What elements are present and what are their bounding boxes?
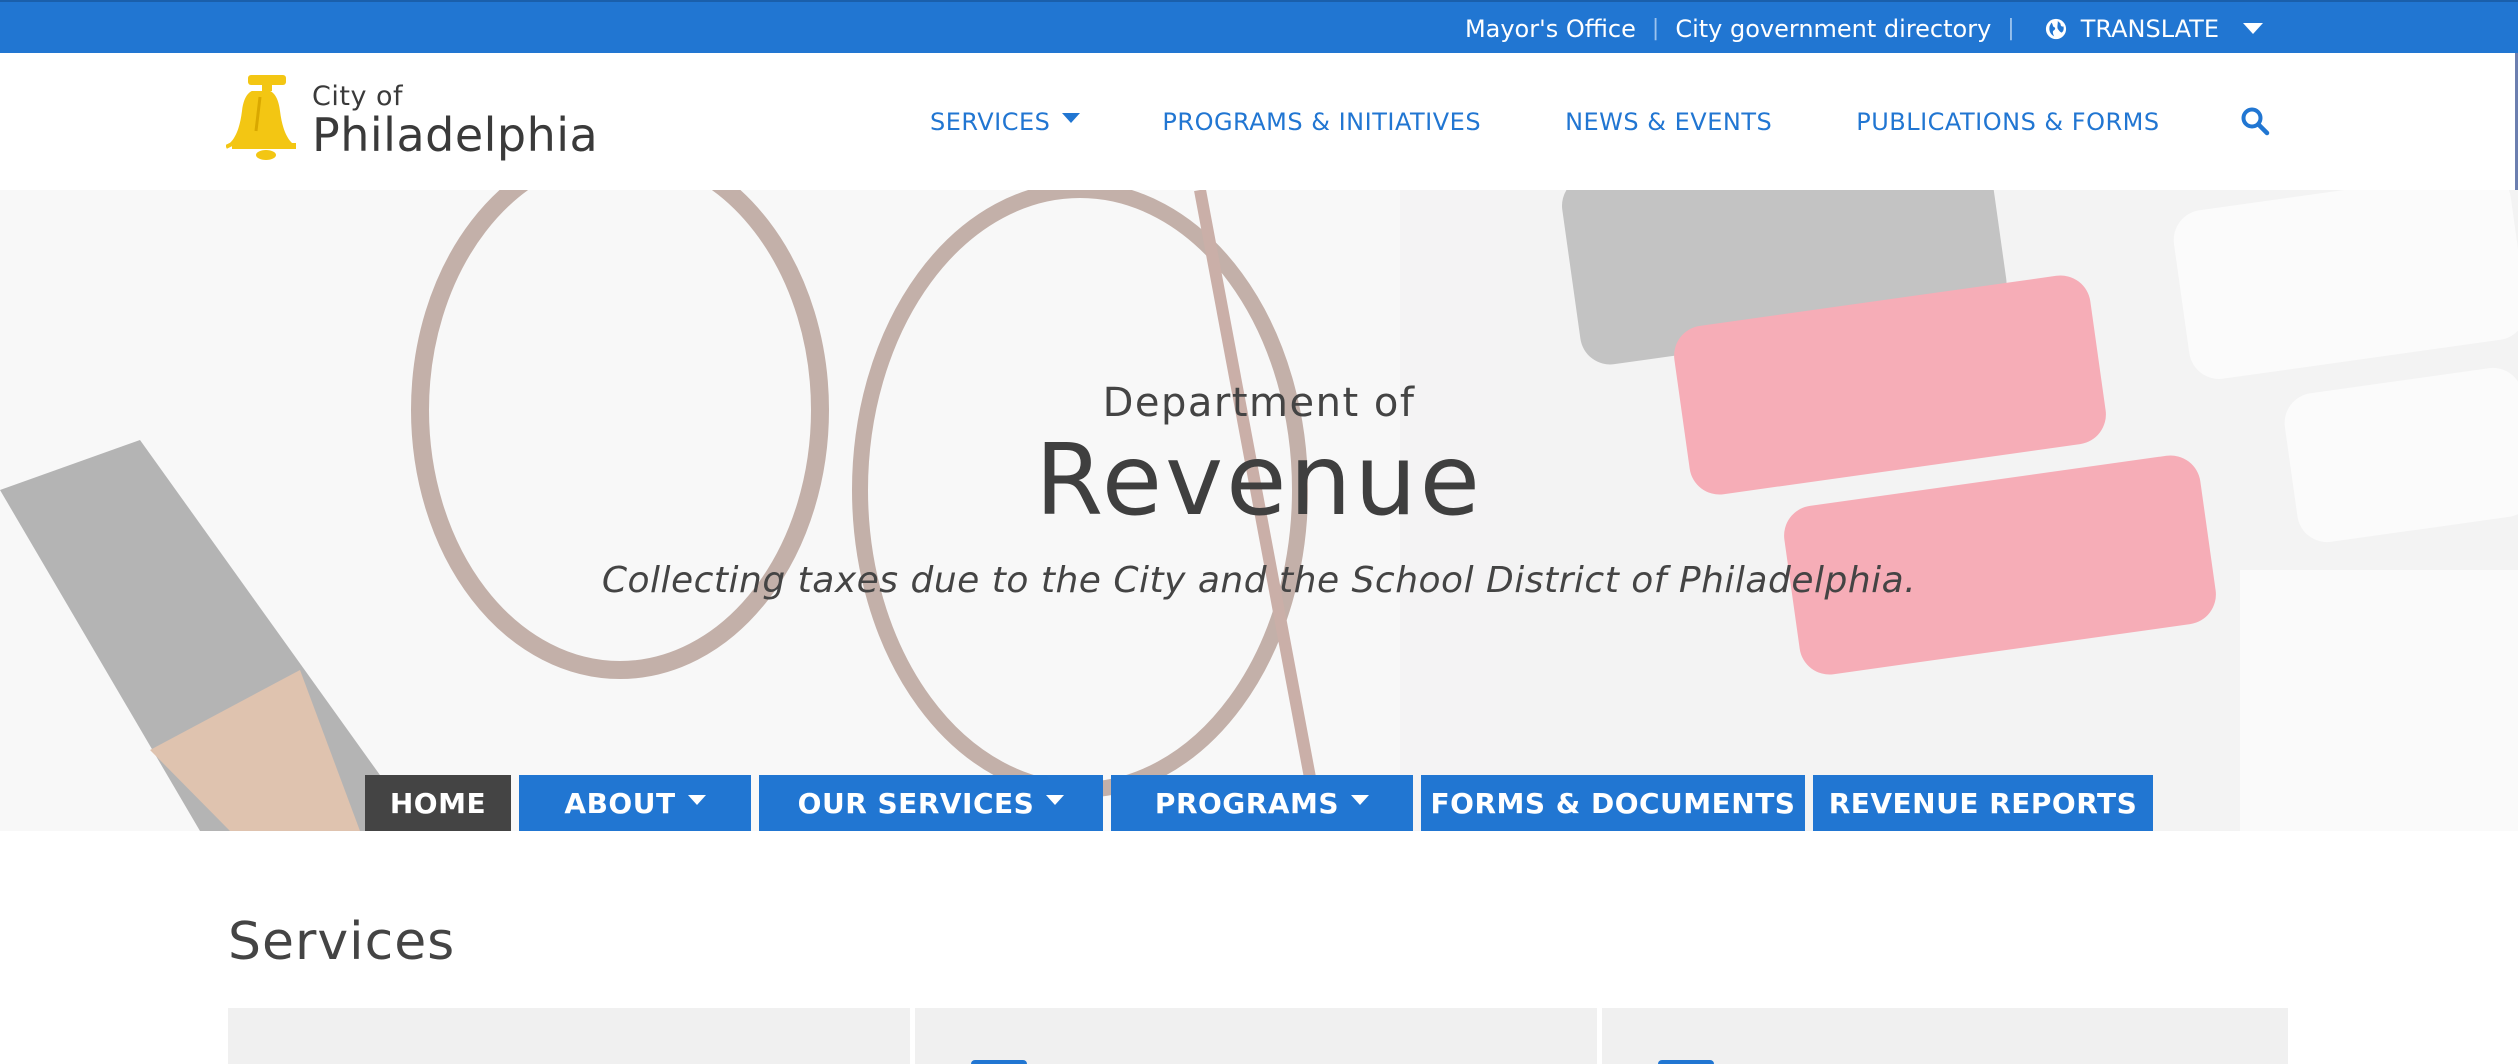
tab-forms-label: FORMS & DOCUMENTS bbox=[1430, 786, 1796, 820]
main-nav: SERVICES PROGRAMS & INITIATIVES NEWS & E… bbox=[930, 53, 2160, 190]
nav-services-label: SERVICES bbox=[930, 107, 1051, 136]
nav-programs-label: PROGRAMS & INITIATIVES bbox=[1162, 107, 1482, 136]
caret-down-icon bbox=[2243, 23, 2263, 34]
government-directory-link[interactable]: City government directory bbox=[1675, 15, 1991, 43]
logo-line1: City of bbox=[312, 80, 404, 112]
service-card[interactable] bbox=[1602, 1008, 2288, 1064]
hero-title: Revenue bbox=[1035, 424, 1483, 538]
caret-down-icon bbox=[1062, 112, 1081, 123]
tab-forms-documents[interactable]: FORMS & DOCUMENTS bbox=[1421, 775, 1805, 831]
services-heading: Services bbox=[228, 912, 456, 972]
hero-banner: Department of Revenue Collecting taxes d… bbox=[0, 190, 2518, 831]
hero-subtitle: Department of bbox=[1102, 380, 1416, 426]
nav-programs-initiatives[interactable]: PROGRAMS & INITIATIVES bbox=[1162, 108, 1481, 136]
mayors-office-link[interactable]: Mayor's Office bbox=[1465, 15, 1636, 43]
divider: | bbox=[2007, 16, 2015, 41]
tab-our-services[interactable]: OUR SERVICES bbox=[759, 775, 1103, 831]
caret-down-icon bbox=[687, 795, 706, 805]
nav-services[interactable]: SERVICES bbox=[930, 107, 1081, 136]
department-nav: HOME ABOUT OUR SERVICES PROGRAMS FORMS &… bbox=[365, 775, 2161, 831]
search-icon[interactable] bbox=[2240, 106, 2270, 136]
caret-down-icon bbox=[1351, 795, 1370, 805]
service-card-icon bbox=[971, 1060, 1027, 1064]
tab-home-label: HOME bbox=[389, 786, 487, 820]
tab-reports-label: REVENUE REPORTS bbox=[1828, 786, 2138, 820]
service-card[interactable] bbox=[915, 1008, 1597, 1064]
translate-label: TRANSLATE bbox=[2080, 14, 2219, 43]
site-header: City of Philadelphia SERVICES PROGRAMS &… bbox=[0, 53, 2518, 190]
tab-about-label: ABOUT bbox=[564, 786, 676, 820]
globe-icon bbox=[2045, 18, 2066, 39]
tab-home[interactable]: HOME bbox=[365, 775, 511, 831]
hero-tagline: Collecting taxes due to the City and the… bbox=[601, 560, 1917, 601]
logo-text: City of Philadelphia bbox=[312, 83, 598, 158]
nav-news-label: NEWS & EVENTS bbox=[1565, 107, 1773, 136]
city-logo[interactable]: City of Philadelphia bbox=[226, 71, 598, 161]
liberty-bell-icon bbox=[226, 75, 296, 160]
tab-programs-label: PROGRAMS bbox=[1154, 786, 1340, 820]
tab-programs[interactable]: PROGRAMS bbox=[1111, 775, 1413, 831]
utility-links: Mayor's Office | City government directo… bbox=[1465, 2, 2263, 55]
divider: | bbox=[1651, 16, 1660, 41]
service-card-icon bbox=[1658, 1060, 1714, 1064]
translate-button[interactable]: TRANSLATE bbox=[2045, 15, 2263, 43]
tab-our-services-label: OUR SERVICES bbox=[797, 786, 1035, 820]
caret-down-icon bbox=[1046, 795, 1065, 805]
tab-about[interactable]: ABOUT bbox=[519, 775, 751, 831]
nav-publications-label: PUBLICATIONS & FORMS bbox=[1856, 107, 2160, 136]
service-card[interactable] bbox=[228, 1008, 910, 1064]
utility-bar: Mayor's Office | City government directo… bbox=[0, 0, 2518, 53]
tab-revenue-reports[interactable]: REVENUE REPORTS bbox=[1813, 775, 2153, 831]
logo-line2: Philadelphia bbox=[312, 107, 599, 162]
nav-publications-forms[interactable]: PUBLICATIONS & FORMS bbox=[1856, 108, 2159, 136]
nav-news-events[interactable]: NEWS & EVENTS bbox=[1565, 108, 1772, 136]
